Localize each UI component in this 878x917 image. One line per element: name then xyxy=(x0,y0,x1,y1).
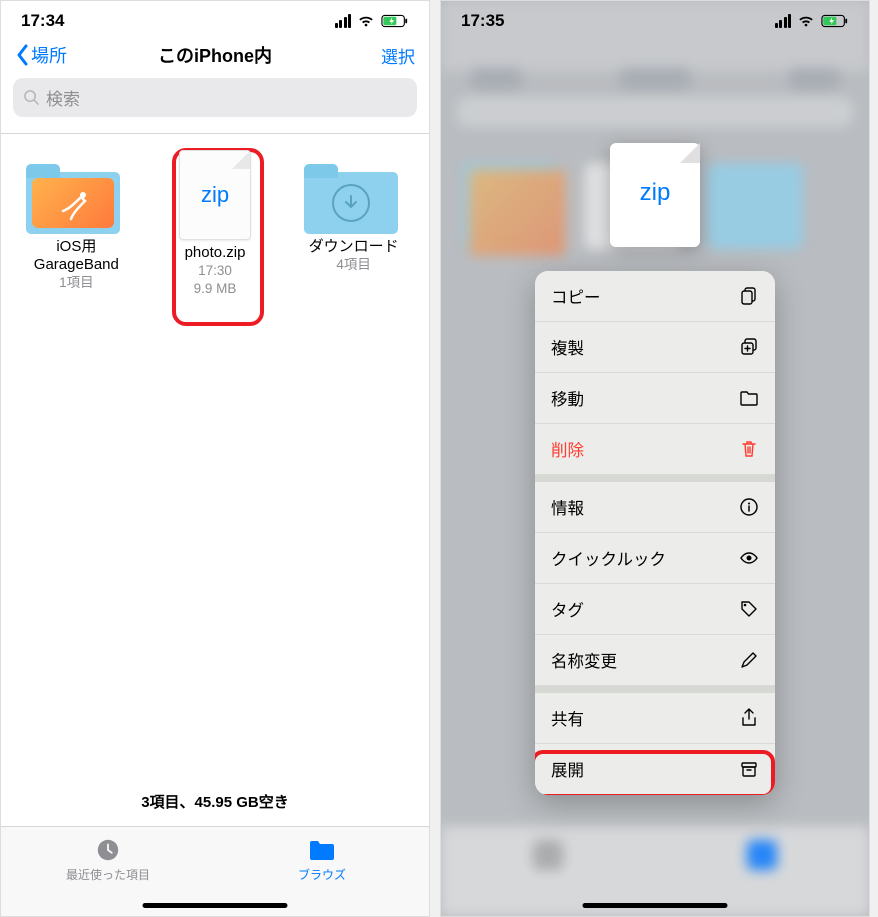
tag-icon xyxy=(739,599,759,619)
file-preview[interactable]: zip xyxy=(610,143,700,247)
menu-expand[interactable]: 展開 xyxy=(535,744,775,795)
pencil-icon xyxy=(739,650,759,670)
cellular-signal-icon xyxy=(775,14,792,28)
menu-separator xyxy=(535,475,775,482)
menu-separator xyxy=(535,686,775,693)
cellular-signal-icon xyxy=(335,14,352,28)
home-indicator[interactable] xyxy=(583,903,728,908)
menu-move[interactable]: 移動 xyxy=(535,373,775,424)
back-label: 場所 xyxy=(31,42,67,68)
zip-file-icon: zip xyxy=(179,150,251,240)
context-menu: コピー 複製 移動 削除 情報 クイックルック タグ 名称変更 共有 展開 xyxy=(535,271,775,795)
home-indicator[interactable] xyxy=(143,903,288,908)
wifi-icon xyxy=(357,14,375,28)
clock-icon xyxy=(94,837,122,863)
menu-quicklook[interactable]: クイックルック xyxy=(535,533,775,584)
tab-label: ブラウズ xyxy=(298,866,346,883)
item-name: iOS用GarageBand xyxy=(13,238,140,274)
item-name: ダウンロード xyxy=(290,238,417,256)
file-ext-label: zip xyxy=(640,179,671,207)
menu-duplicate[interactable]: 複製 xyxy=(535,322,775,373)
trash-icon xyxy=(739,439,759,459)
item-meta: 17:309.9 MB xyxy=(152,262,279,297)
status-bar: 17:34 xyxy=(1,1,429,36)
file-photo-zip[interactable]: zip photo.zip 17:309.9 MB xyxy=(152,150,279,297)
garageband-app-icon xyxy=(32,178,114,228)
tab-label: 最近使った項目 xyxy=(66,866,150,883)
storage-status: 3項目、45.95 GB空き xyxy=(1,791,429,812)
search-input[interactable]: 検索 xyxy=(13,78,417,117)
folder-icon xyxy=(308,837,336,863)
back-button[interactable]: 場所 xyxy=(15,42,67,68)
archive-icon xyxy=(739,759,759,779)
menu-delete[interactable]: 削除 xyxy=(535,424,775,475)
menu-info[interactable]: 情報 xyxy=(535,482,775,533)
files-grid: iOS用GarageBand 1項目 zip photo.zip 17:309.… xyxy=(1,134,429,313)
select-button[interactable]: 選択 xyxy=(381,43,415,68)
nav-bar: 場所 このiPhone内 選択 xyxy=(1,36,429,76)
menu-share[interactable]: 共有 xyxy=(535,693,775,744)
menu-copy[interactable]: コピー xyxy=(535,271,775,322)
page-title: このiPhone内 xyxy=(158,42,272,68)
status-indicators xyxy=(775,14,850,28)
status-time: 17:35 xyxy=(461,11,504,31)
item-name: photo.zip xyxy=(152,244,279,262)
chevron-left-icon xyxy=(15,44,29,66)
battery-charging-icon xyxy=(821,14,849,28)
duplicate-icon xyxy=(739,337,759,357)
battery-charging-icon xyxy=(381,14,409,28)
share-icon xyxy=(739,708,759,728)
item-meta: 4項目 xyxy=(290,256,417,274)
folder-downloads[interactable]: ダウンロード 4項目 xyxy=(290,150,417,297)
status-indicators xyxy=(335,14,410,28)
folder-garageband[interactable]: iOS用GarageBand 1項目 xyxy=(13,150,140,297)
search-icon xyxy=(23,89,40,106)
item-meta: 1項目 xyxy=(13,274,140,292)
downloads-folder-icon xyxy=(310,178,392,228)
status-bar: 17:35 xyxy=(441,1,869,36)
info-icon xyxy=(739,497,759,517)
copy-icon xyxy=(739,286,759,306)
menu-rename[interactable]: 名称変更 xyxy=(535,635,775,686)
folder-icon xyxy=(739,388,759,408)
phone-right-context-menu: 17:35 zip コピー 複製 移動 削除 情報 クイックルック タグ 名称変… xyxy=(440,0,870,917)
wifi-icon xyxy=(797,14,815,28)
eye-icon xyxy=(739,548,759,568)
status-time: 17:34 xyxy=(21,11,64,31)
menu-tag[interactable]: タグ xyxy=(535,584,775,635)
phone-left-files-browse: 17:34 場所 このiPhone内 選択 検索 iOS用GarageBand … xyxy=(0,0,430,917)
search-placeholder: 検索 xyxy=(46,85,80,110)
